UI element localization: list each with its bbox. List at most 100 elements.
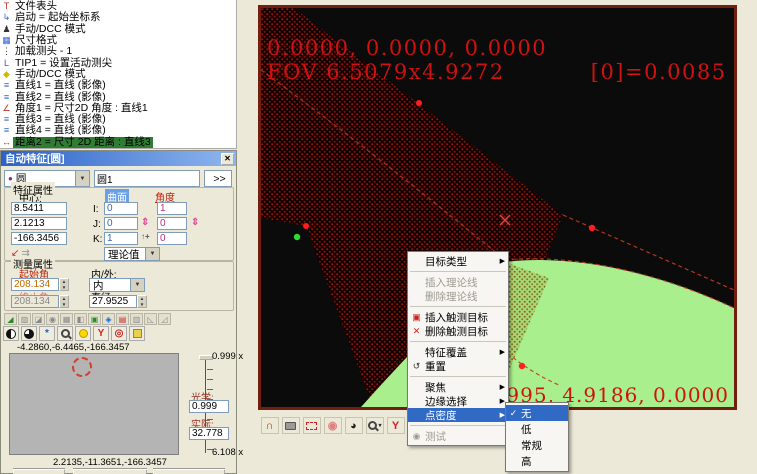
diameter-spinner[interactable]: ▲▼: [137, 295, 147, 308]
optical-field[interactable]: [189, 400, 229, 413]
zoom-tool-icon[interactable]: ▾: [366, 417, 384, 434]
context-menu-item[interactable]: ▣ 插入触测目标: [408, 310, 508, 324]
theo-value-select[interactable]: 理论值 ▼: [104, 247, 160, 261]
feature-icon[interactable]: [239, 148, 256, 163]
video-tool-icon[interactable]: Y: [93, 326, 109, 341]
context-menu-item[interactable]: [410, 338, 506, 342]
feature-option-icon[interactable]: ▨: [18, 313, 31, 325]
feature-icon[interactable]: [239, 2, 256, 17]
context-menu-item[interactable]: ↺ 重置: [408, 359, 508, 373]
feature-icon[interactable]: [239, 177, 256, 192]
feature-icon[interactable]: [239, 90, 256, 105]
zoom-slider-handle[interactable]: [199, 355, 213, 360]
chevron-down-icon[interactable]: ▼: [75, 171, 89, 186]
video-tool-icon[interactable]: ◎: [111, 326, 127, 341]
context-menu-item[interactable]: [410, 422, 506, 426]
feature-icon[interactable]: [239, 221, 256, 236]
context-menu-item[interactable]: [410, 373, 506, 377]
submenu-item[interactable]: 高: [506, 453, 568, 469]
tree-item[interactable]: ≡ 直线4 = 直线 (影像): [0, 125, 236, 136]
expand-button[interactable]: >>: [204, 170, 232, 187]
submenu-item[interactable]: ✓ 无: [506, 405, 568, 421]
video-tool-icon[interactable]: [21, 326, 37, 341]
context-menu-item[interactable]: ◉ 测试: [408, 429, 508, 443]
feature-option-icon[interactable]: ◺: [144, 313, 157, 325]
context-menu-item[interactable]: ✕ 删除触测目标: [408, 324, 508, 338]
center-z-field[interactable]: [11, 232, 67, 245]
context-menu-item[interactable]: 聚焦 ▶: [408, 380, 508, 394]
diameter-field[interactable]: [89, 295, 137, 308]
feature-option-icon[interactable]: ▦: [60, 313, 73, 325]
feature-option-icon[interactable]: ▥: [130, 313, 143, 325]
tree-item[interactable]: ≡ 直线2 = 直线 (影像): [0, 91, 236, 102]
circle-target-icon[interactable]: ◉: [324, 417, 342, 434]
j-lock-icon[interactable]: ⇕: [141, 217, 149, 228]
context-menu-item[interactable]: 目标类型 ▶: [408, 254, 508, 268]
i-angle-field[interactable]: [157, 202, 187, 215]
feature-icon[interactable]: [239, 236, 256, 251]
feature-option-icon[interactable]: ◪: [32, 313, 45, 325]
feature-option-icon[interactable]: ◧: [74, 313, 87, 325]
dialog-button-1[interactable]: [13, 469, 65, 474]
dialog-titlebar[interactable]: 自动特征[圆] ✕: [1, 151, 236, 166]
camera-icon[interactable]: [282, 417, 300, 434]
magnet-icon[interactable]: ∩: [261, 417, 279, 434]
video-tool-icon[interactable]: [3, 326, 19, 341]
context-menu-item[interactable]: [410, 268, 506, 272]
submenu-item[interactable]: 常规: [506, 437, 568, 453]
close-icon[interactable]: ✕: [221, 153, 234, 165]
feature-option-icon[interactable]: ◉: [46, 313, 59, 325]
tree-item[interactable]: ↳ 启动 = 起始坐标系: [0, 12, 236, 23]
k-surface-field[interactable]: [104, 232, 138, 245]
tree-item[interactable]: ≡ 直线1 = 直线 (影像): [0, 80, 236, 91]
feature-option-icon[interactable]: ▤: [116, 313, 129, 325]
feature-icon[interactable]: [239, 46, 256, 61]
i-surface-field[interactable]: [104, 202, 138, 215]
chevron-down-icon[interactable]: ▼: [130, 279, 144, 291]
feature-icon[interactable]: [239, 163, 256, 178]
video-tool-icon[interactable]: [57, 326, 73, 341]
feature-option-icon[interactable]: ◿: [158, 313, 171, 325]
goblet-icon[interactable]: Y: [387, 417, 405, 434]
chevron-down-icon[interactable]: ▾: [378, 422, 381, 429]
video-tool-icon[interactable]: *: [39, 326, 55, 341]
feature-option-icon[interactable]: ▣: [88, 313, 101, 325]
feature-name-input[interactable]: [94, 170, 200, 187]
context-menu-item[interactable]: [410, 303, 506, 307]
actual-field[interactable]: [189, 427, 229, 440]
feature-icon[interactable]: [239, 104, 256, 119]
roi-rect-icon[interactable]: [303, 417, 321, 434]
arc-tool-icon[interactable]: ◕: [345, 417, 363, 434]
dialog-button-3[interactable]: [153, 469, 225, 474]
feature-option-icon[interactable]: ◢: [4, 313, 17, 325]
feature-icon[interactable]: [239, 75, 256, 90]
j-angle-lock-icon[interactable]: ⇕: [191, 217, 199, 228]
k-angle-field[interactable]: [157, 232, 187, 245]
feature-icon[interactable]: [239, 133, 256, 148]
feature-icon[interactable]: [239, 206, 256, 221]
feature-icon[interactable]: [239, 60, 256, 75]
submenu-item[interactable]: 低: [506, 421, 568, 437]
k-lock-icon[interactable]: ↑+: [141, 232, 150, 241]
start-angle-spinner[interactable]: ▲▼: [59, 278, 69, 291]
feature-option-icon[interactable]: ◈: [102, 313, 115, 325]
chevron-down-icon[interactable]: ▼: [145, 248, 159, 260]
context-menu-item[interactable]: 边缘选择 ▶: [408, 394, 508, 408]
context-menu-item[interactable]: 特征覆盖 ▶: [408, 345, 508, 359]
feature-icon[interactable]: [239, 119, 256, 134]
j-angle-field[interactable]: [157, 217, 187, 230]
context-menu-item[interactable]: 删除理论线: [408, 289, 508, 303]
feature-icon[interactable]: [239, 31, 256, 46]
center-y-field[interactable]: [11, 217, 67, 230]
camera-preview[interactable]: [9, 353, 179, 455]
video-tool-icon[interactable]: [75, 326, 91, 341]
center-x-field[interactable]: [11, 202, 67, 215]
context-menu-item[interactable]: 插入理论线: [408, 275, 508, 289]
feature-icon[interactable]: [239, 192, 256, 207]
tree-item[interactable]: ⋮ 加载测头 - 1: [0, 46, 236, 57]
context-menu-item[interactable]: 点密度 ▶: [408, 408, 508, 422]
tree-item[interactable]: ↔ 距离2 = 尺寸 2D 距离 : 直线3: [0, 137, 236, 148]
dialog-button-2[interactable]: [73, 469, 147, 474]
feature-icon[interactable]: [239, 17, 256, 32]
video-tool-icon[interactable]: [129, 326, 145, 341]
